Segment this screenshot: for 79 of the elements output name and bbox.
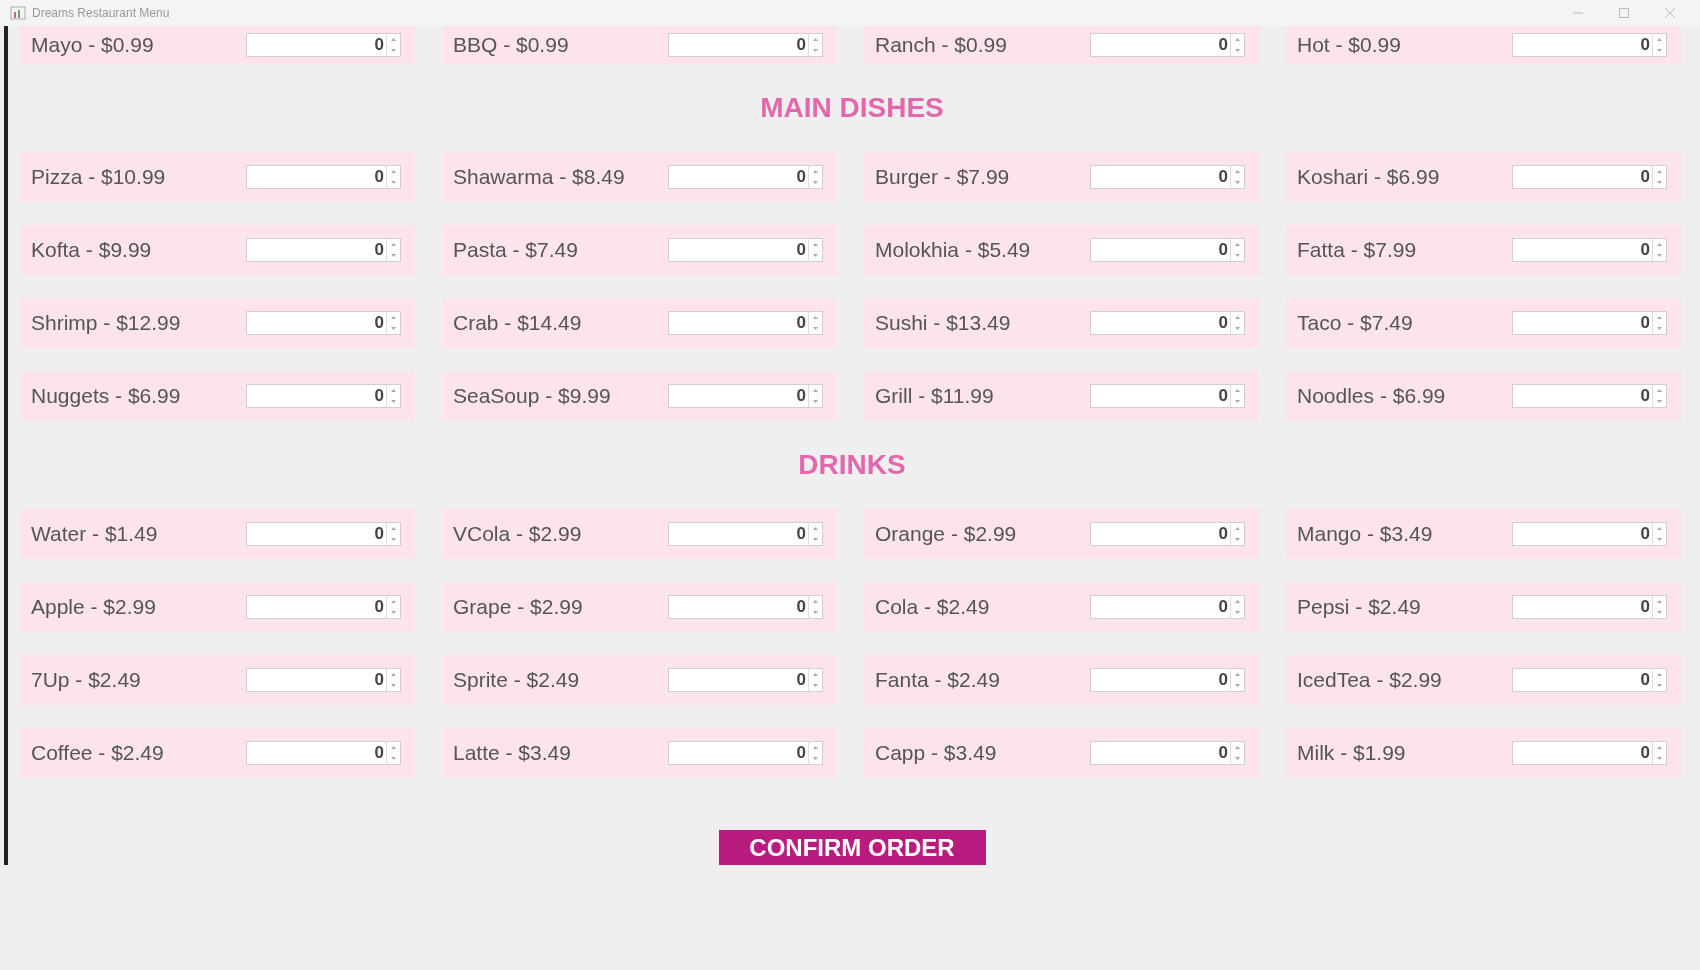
- item-label: Shrimp - $12.99: [31, 311, 181, 335]
- quantity-spinner[interactable]: 0: [668, 165, 823, 189]
- quantity-spinner[interactable]: 0: [1090, 165, 1245, 189]
- item-label: Taco - $7.49: [1297, 311, 1413, 335]
- quantity-spinner[interactable]: 0: [246, 311, 401, 335]
- quantity-spinner[interactable]: 0: [1090, 33, 1245, 57]
- quantity-spinner[interactable]: 0: [1090, 238, 1245, 262]
- quantity-spinner[interactable]: 0: [246, 384, 401, 408]
- item-label: Shawarma - $8.49: [453, 165, 625, 189]
- quantity-spinner[interactable]: 0: [1512, 741, 1667, 765]
- item-label: BBQ - $0.99: [453, 33, 569, 57]
- item-label: Kofta - $9.99: [31, 238, 152, 262]
- quantity-spinner[interactable]: 0: [1090, 311, 1245, 335]
- quantity-spinner[interactable]: 0: [1090, 384, 1245, 408]
- quantity-spinner[interactable]: 0: [668, 238, 823, 262]
- quantity-spinner[interactable]: 0: [246, 741, 401, 765]
- item-label: Hot - $0.99: [1297, 33, 1401, 57]
- quantity-spinner[interactable]: 0: [1512, 595, 1667, 619]
- maximize-icon[interactable]: [1619, 8, 1629, 18]
- quantity-spinner[interactable]: 0: [1090, 522, 1245, 546]
- item-label: Coffee - $2.49: [31, 741, 164, 765]
- item-label: Molokhia - $5.49: [875, 238, 1031, 262]
- quantity-spinner[interactable]: 0: [1512, 165, 1667, 189]
- item-label: Cola - $2.49: [875, 595, 990, 619]
- item-label: Apple - $2.99: [31, 595, 156, 619]
- item-label: IcedTea - $2.99: [1297, 668, 1442, 692]
- item-label: Ranch - $0.99: [875, 33, 1007, 57]
- app-icon: [10, 6, 26, 20]
- quantity-spinner[interactable]: 0: [1512, 238, 1667, 262]
- window-title: Dreams Restaurant Menu: [32, 6, 171, 20]
- item-label: Water - $1.49: [31, 522, 158, 546]
- item-label: Grill - $11.99: [875, 384, 994, 408]
- item-label: Fanta - $2.49: [875, 668, 1000, 692]
- item-label: Grape - $2.99: [453, 595, 583, 619]
- item-label: Fatta - $7.99: [1297, 238, 1417, 262]
- quantity-spinner[interactable]: 0: [1090, 595, 1245, 619]
- item-label: SeaSoup - $9.99: [453, 384, 611, 408]
- item-label: Burger - $7.99: [875, 165, 1010, 189]
- item-label: Crab - $14.49: [453, 311, 582, 335]
- item-label: Capp - $3.49: [875, 741, 997, 765]
- quantity-spinner[interactable]: 0: [668, 33, 823, 57]
- item-label: Orange - $2.99: [875, 522, 1017, 546]
- item-label: Sushi - $13.49: [875, 311, 1011, 335]
- item-label: VCola - $2.99: [453, 522, 582, 546]
- quantity-spinner[interactable]: 0: [668, 741, 823, 765]
- item-label: Mango - $3.49: [1297, 522, 1433, 546]
- close-icon[interactable]: [1665, 8, 1675, 18]
- confirm-order-button[interactable]: CONFIRM ORDER: [718, 830, 986, 865]
- quantity-spinner[interactable]: 0: [1512, 33, 1667, 57]
- quantity-spinner[interactable]: 0: [1512, 384, 1667, 408]
- quantity-spinner[interactable]: 0: [246, 165, 401, 189]
- section-heading: DRINKS: [798, 449, 906, 481]
- quantity-spinner[interactable]: 0: [1090, 741, 1245, 765]
- quantity-spinner[interactable]: 0: [246, 595, 401, 619]
- quantity-spinner[interactable]: 0: [668, 595, 823, 619]
- item-label: Pepsi - $2.49: [1297, 595, 1421, 619]
- quantity-spinner[interactable]: 0: [668, 311, 823, 335]
- quantity-spinner[interactable]: 0: [246, 668, 401, 692]
- quantity-spinner[interactable]: 0: [1512, 311, 1667, 335]
- quantity-spinner[interactable]: 0: [668, 522, 823, 546]
- item-label: Milk - $1.99: [1297, 741, 1406, 765]
- quantity-spinner[interactable]: 0: [1512, 668, 1667, 692]
- item-label: Pasta - $7.49: [453, 238, 578, 262]
- quantity-spinner[interactable]: 0: [246, 522, 401, 546]
- item-label: 7Up - $2.49: [31, 668, 141, 692]
- item-label: Latte - $3.49: [453, 741, 571, 765]
- item-label: Sprite - $2.49: [453, 668, 580, 692]
- quantity-spinner[interactable]: 0: [1090, 668, 1245, 692]
- quantity-spinner[interactable]: 0: [246, 238, 401, 262]
- item-label: Nuggets - $6.99: [31, 384, 181, 408]
- item-label: Mayo - $0.99: [31, 33, 154, 57]
- quantity-spinner[interactable]: 0: [668, 668, 823, 692]
- quantity-spinner[interactable]: 0: [668, 384, 823, 408]
- quantity-spinner[interactable]: 0: [1512, 522, 1667, 546]
- item-label: Koshari - $6.99: [1297, 165, 1440, 189]
- item-label: Pizza - $10.99: [31, 165, 166, 189]
- item-label: Noodles - $6.99: [1297, 384, 1446, 408]
- section-heading: MAIN DISHES: [760, 92, 944, 124]
- quantity-spinner[interactable]: 0: [246, 33, 401, 57]
